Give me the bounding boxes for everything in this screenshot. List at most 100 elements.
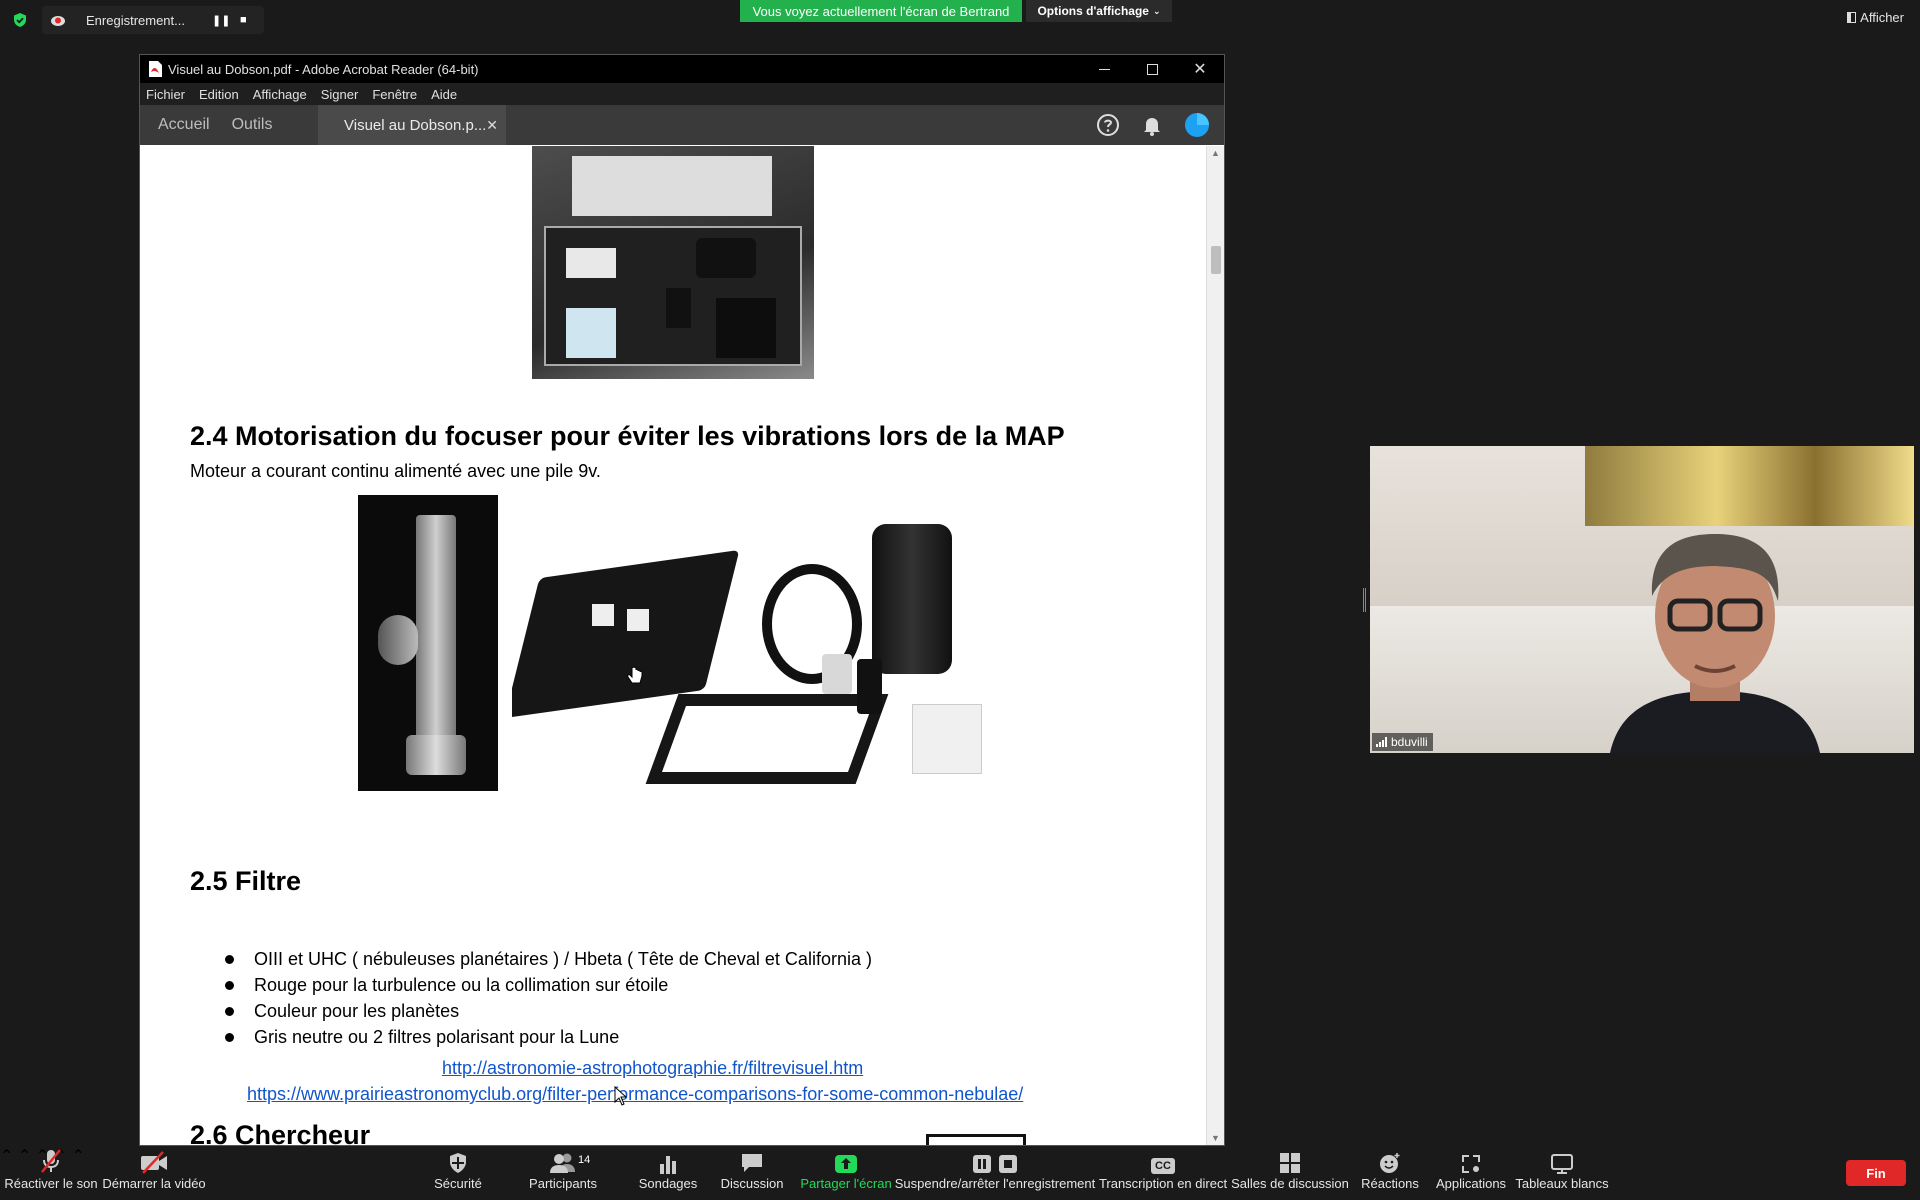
menu-aide[interactable]: Aide bbox=[431, 87, 457, 102]
bullet-dot bbox=[225, 954, 234, 964]
help-icon[interactable] bbox=[1096, 113, 1120, 137]
maximize-icon bbox=[1146, 63, 1158, 75]
case-lid-sheet bbox=[572, 156, 772, 216]
hand-cursor-icon bbox=[627, 666, 643, 684]
apps-button[interactable]: Applications bbox=[1435, 1146, 1507, 1200]
pause-recording-icon[interactable]: ❚❚ bbox=[212, 14, 230, 27]
pdf-page-view[interactable]: 2.4 Motorisation du focuser pour éviter … bbox=[140, 146, 1206, 1145]
bullet-dot bbox=[225, 1032, 234, 1042]
end-meeting-button[interactable]: Fin bbox=[1846, 1160, 1906, 1186]
bullet-text: OIII et UHC ( nébuleuses planétaires ) /… bbox=[254, 948, 872, 969]
breakout-rooms-button[interactable]: Salles de discussion bbox=[1231, 1146, 1349, 1200]
pause-recording-label: Suspendre/arrêter l'enregistrement bbox=[894, 1176, 1096, 1191]
share-screen-button[interactable]: Partager l'écran bbox=[800, 1146, 892, 1200]
start-video-button[interactable]: Démarrer la vidéo bbox=[102, 1146, 206, 1200]
afficher-label: Afficher bbox=[1860, 10, 1904, 25]
security-label: Sécurité bbox=[434, 1176, 482, 1191]
motor-kit-photo bbox=[512, 504, 992, 824]
polls-button[interactable]: Sondages bbox=[638, 1146, 698, 1200]
minimize-button[interactable] bbox=[1080, 55, 1128, 83]
participant-name: bduvilli bbox=[1391, 735, 1428, 749]
video-off-icon bbox=[141, 1151, 167, 1174]
acrobat-menu-bar: Fichier Edition Affichage Signer Fenêtre… bbox=[140, 83, 1224, 105]
tab-document[interactable]: Visuel au Dobson.p... ✕ bbox=[318, 105, 506, 145]
filter-bullet-list: OIII et UHC ( nébuleuses planétaires ) /… bbox=[225, 946, 872, 1050]
zoom-top-bar: Enregistrement... ❚❚ ■ Vous voyez actuel… bbox=[0, 0, 1920, 40]
zoom-bottom-toolbar: Réactiver le son ⌃ Démarrer la vidéo ⌃ S… bbox=[0, 1146, 1920, 1200]
tab-accueil[interactable]: Accueil bbox=[140, 116, 228, 134]
shield-icon bbox=[450, 1153, 466, 1173]
menu-fichier[interactable]: Fichier bbox=[146, 87, 185, 102]
signal-bars-icon bbox=[1376, 737, 1387, 747]
scroll-up-icon[interactable]: ▲ bbox=[1211, 148, 1220, 158]
pdf-vertical-scrollbar[interactable]: ▲ ▼ bbox=[1206, 146, 1224, 1145]
polls-label: Sondages bbox=[638, 1176, 698, 1191]
scrollbar-thumb[interactable] bbox=[1211, 246, 1221, 274]
start-video-label: Démarrer la vidéo bbox=[102, 1176, 206, 1191]
breakout-rooms-grid-icon bbox=[1280, 1153, 1300, 1173]
pdf-icon bbox=[149, 61, 162, 77]
list-item: Couleur pour les planètes bbox=[225, 998, 872, 1024]
view-options-button[interactable]: Options d'affichage ⌄ bbox=[1026, 0, 1172, 22]
participants-count-badge: 14 bbox=[578, 1154, 591, 1166]
afficher-button[interactable]: Afficher bbox=[1847, 10, 1904, 25]
stop-recording-icon[interactable]: ■ bbox=[240, 14, 247, 26]
menu-fenetre[interactable]: Fenêtre bbox=[372, 87, 417, 102]
bullet-text: Rouge pour la turbulence ou la collimati… bbox=[254, 974, 669, 995]
menu-affichage[interactable]: Affichage bbox=[253, 87, 307, 102]
participant-video[interactable] bbox=[1370, 446, 1914, 753]
chat-button[interactable]: Discussion bbox=[721, 1146, 783, 1200]
close-tab-icon[interactable]: ✕ bbox=[486, 117, 498, 134]
maximize-button[interactable] bbox=[1128, 55, 1176, 83]
reactions-label: Réactions bbox=[1361, 1176, 1419, 1191]
panel-icon bbox=[1847, 12, 1857, 23]
whiteboard-icon bbox=[1551, 1154, 1573, 1174]
unmute-button[interactable]: Réactiver le son bbox=[4, 1146, 98, 1200]
bullet-text: Couleur pour les planètes bbox=[254, 1000, 460, 1021]
focuser-photo bbox=[358, 495, 498, 791]
closed-captions-icon: CC bbox=[1151, 1158, 1175, 1174]
muted-microphone-icon bbox=[41, 1149, 61, 1173]
live-transcript-button[interactable]: CC Transcription en direct bbox=[1099, 1146, 1227, 1200]
share-screen-arrow-icon bbox=[835, 1155, 857, 1173]
recording-indicator: Enregistrement... ❚❚ ■ bbox=[42, 6, 264, 34]
mouse-pointer-icon bbox=[614, 1086, 628, 1106]
notification-bell-icon[interactable] bbox=[1140, 113, 1164, 137]
bullet-text: Gris neutre ou 2 filtres polarisant pour… bbox=[254, 1026, 620, 1047]
whiteboards-button[interactable]: Tableaux blancs bbox=[1515, 1146, 1609, 1200]
section-heading-2-6: 2.6 Chercheur bbox=[190, 1120, 371, 1145]
pause-stop-recording-button[interactable]: Suspendre/arrêter l'enregistrement bbox=[895, 1146, 1095, 1200]
reactions-button[interactable]: Réactions bbox=[1361, 1146, 1419, 1200]
acrobat-window: Visuel au Dobson.pdf - Adobe Acrobat Rea… bbox=[139, 54, 1225, 1146]
menu-signer[interactable]: Signer bbox=[321, 87, 359, 102]
section-2-4-text: Moteur a courant continu alimenté avec u… bbox=[190, 461, 601, 481]
chat-bubble-icon bbox=[742, 1154, 762, 1172]
panel-splitter-handle[interactable] bbox=[1363, 588, 1366, 612]
section-heading-2-4: 2.4 Motorisation du focuser pour éviter … bbox=[190, 421, 1065, 451]
security-button[interactable]: Sécurité bbox=[432, 1146, 484, 1200]
record-cloud-icon bbox=[51, 16, 65, 26]
section-heading-2-5: 2.5 Filtre bbox=[190, 866, 302, 896]
live-transcript-label: Transcription en direct bbox=[1098, 1176, 1228, 1191]
link-prairie-astronomy-club[interactable]: https://www.prairieastronomyclub.org/fil… bbox=[247, 1084, 1023, 1105]
poll-bar-chart-icon bbox=[660, 1156, 676, 1174]
bullet-dot bbox=[225, 1006, 234, 1016]
scroll-down-icon[interactable]: ▼ bbox=[1211, 1133, 1220, 1143]
breakout-rooms-label: Salles de discussion bbox=[1231, 1176, 1349, 1191]
window-title: Visuel au Dobson.pdf - Adobe Acrobat Rea… bbox=[168, 61, 479, 77]
account-avatar-icon[interactable] bbox=[1184, 112, 1210, 138]
close-window-button[interactable]: ✕ bbox=[1176, 55, 1224, 83]
acrobat-tab-bar: Accueil Outils Visuel au Dobson.p... ✕ bbox=[140, 105, 1224, 145]
participant-name-tag: bduvilli bbox=[1372, 733, 1433, 751]
shield-icon[interactable] bbox=[12, 12, 28, 28]
apps-label: Applications bbox=[1435, 1176, 1507, 1191]
list-item: Gris neutre ou 2 filtres polarisant pour… bbox=[225, 1024, 872, 1050]
bullet-dot bbox=[225, 980, 234, 990]
link-astronomie-astrophotographie[interactable]: http://astronomie-astrophotographie.fr/f… bbox=[442, 1058, 863, 1079]
tab-outils[interactable]: Outils bbox=[228, 116, 291, 134]
unmute-label: Réactiver le son bbox=[4, 1176, 98, 1191]
menu-edition[interactable]: Edition bbox=[199, 87, 239, 102]
whiteboards-label: Tableaux blancs bbox=[1515, 1176, 1609, 1191]
participants-label: Participants bbox=[529, 1176, 597, 1191]
acrobat-title-bar: Visuel au Dobson.pdf - Adobe Acrobat Rea… bbox=[140, 55, 1224, 83]
